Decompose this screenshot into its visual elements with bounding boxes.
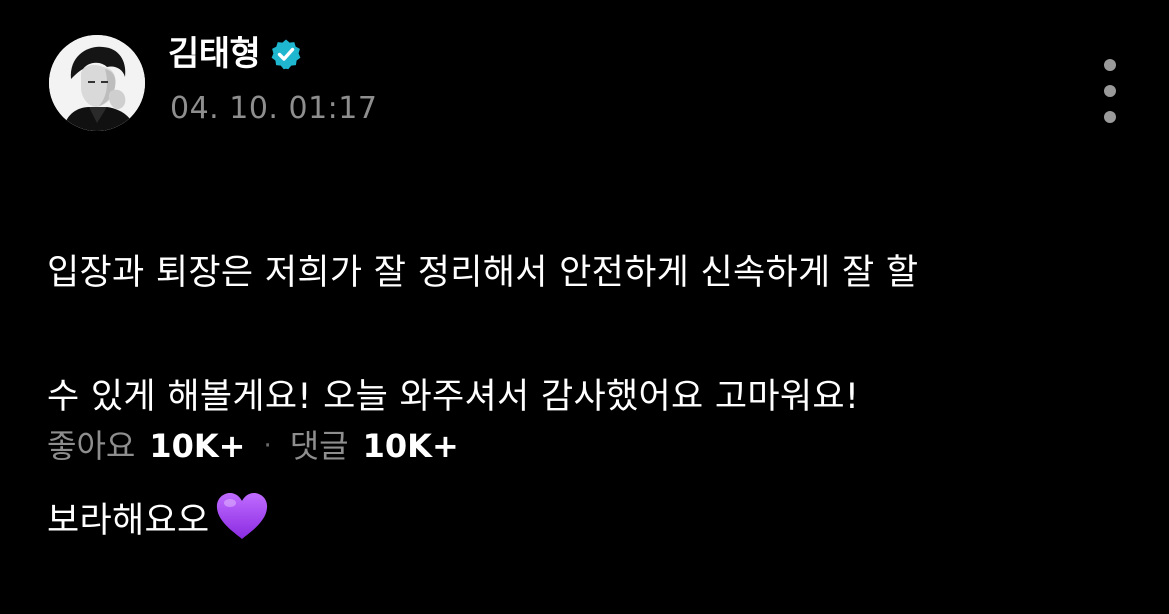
- post-card: 김태형 04. 10. 01:17 입장과 퇴장은 저희가 잘 정리해서 안전하…: [0, 0, 1169, 556]
- verified-badge-icon: [270, 38, 302, 70]
- comments-label[interactable]: 댓글: [290, 424, 349, 468]
- stats-separator: ·: [263, 431, 272, 461]
- post-body-line: 보라해요오: [47, 501, 210, 541]
- likes-count[interactable]: 10K+: [149, 424, 245, 468]
- avatar-image: [49, 35, 145, 131]
- username[interactable]: 김태형: [168, 32, 261, 76]
- avatar[interactable]: [49, 35, 145, 131]
- post-timestamp: 04. 10. 01:17: [170, 91, 378, 126]
- post-body-line-last: 보라해요오: [47, 490, 1127, 552]
- more-vertical-icon-dot: [1104, 111, 1116, 123]
- comments-count[interactable]: 10K+: [363, 424, 459, 468]
- more-options-button[interactable]: [1092, 56, 1128, 126]
- post-body-line: 입장과 퇴장은 저희가 잘 정리해서 안전하게 신속하게 잘 할: [47, 253, 919, 293]
- post-stats: 좋아요 10K+ · 댓글 10K+: [47, 424, 459, 468]
- more-vertical-icon: [1104, 59, 1116, 71]
- username-row: 김태형: [168, 32, 302, 76]
- post-body: 입장과 퇴장은 저희가 잘 정리해서 안전하게 신속하게 잘 할 수 있게 해볼…: [47, 180, 1127, 614]
- post-body-line: 수 있게 해볼게요! 오늘 와주셔서 감사했어요 고마워요!: [47, 377, 860, 417]
- more-vertical-icon-dot: [1104, 85, 1116, 97]
- purple-heart-icon: [214, 491, 270, 541]
- likes-label[interactable]: 좋아요: [47, 424, 135, 468]
